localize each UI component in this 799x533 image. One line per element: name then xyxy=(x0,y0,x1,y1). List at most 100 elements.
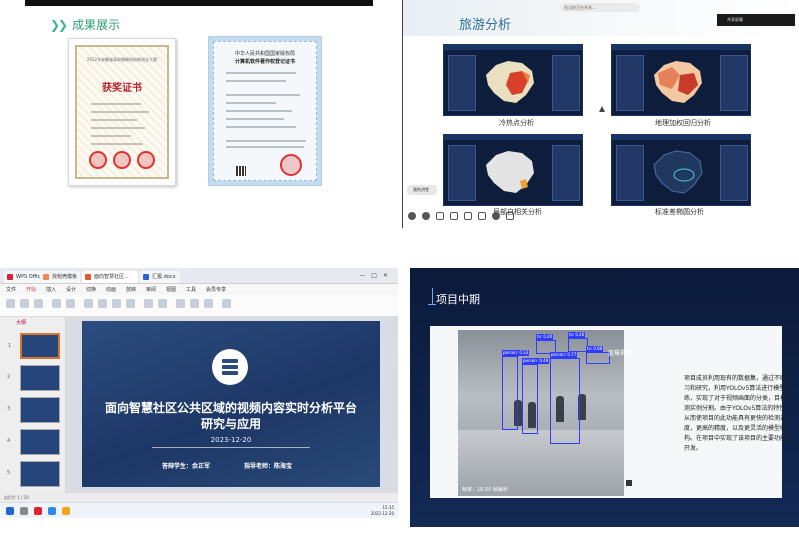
slide-thumbnail[interactable]: 2 xyxy=(7,365,60,391)
detection-box: tv: 0.88 xyxy=(586,346,610,364)
italic-icon[interactable] xyxy=(112,299,121,308)
outline-label[interactable]: 大纲 xyxy=(16,319,26,326)
tab-template[interactable]: 找稻壳模板 xyxy=(40,271,80,283)
new-slide-icon[interactable] xyxy=(52,299,61,308)
video-watermark-logo: 蓝莓视频 xyxy=(608,350,633,357)
qr-code-icon xyxy=(236,166,246,176)
layout-icon[interactable] xyxy=(66,299,75,308)
slide-thumbnail-panel: 大纲 1 2 3 4 5 xyxy=(0,317,66,493)
dashboard-autocorrelation xyxy=(443,134,583,206)
section-header: ❯❯ 成果展示 xyxy=(50,16,120,33)
red-seal-icon xyxy=(113,151,131,169)
shape-icon[interactable] xyxy=(176,299,185,308)
maximize-icon[interactable]: □ xyxy=(371,272,383,279)
student-name: 答辩学生：余正军 xyxy=(162,463,211,470)
font-icon[interactable] xyxy=(84,299,93,308)
china-map-icon xyxy=(653,150,703,194)
menu-slideshow[interactable]: 放映 xyxy=(126,286,136,293)
next-icon[interactable] xyxy=(422,212,430,220)
slide-title-line1: 面向智慧社区公共区域的视频内容实时分析平台 xyxy=(104,401,357,415)
award-title: 获奖证书 xyxy=(102,83,142,94)
red-seal-icon xyxy=(89,151,107,169)
meeting-tag[interactable]: 我的讲堂 xyxy=(407,185,437,195)
wps-taskbar-icon[interactable] xyxy=(34,507,42,515)
menu-tools[interactable]: 工具 xyxy=(186,286,196,293)
picture-icon[interactable] xyxy=(190,299,199,308)
menu-design[interactable]: 设计 xyxy=(66,286,76,293)
doc-icon xyxy=(143,274,149,280)
slide-date: 2023-12-20 xyxy=(210,436,252,444)
edge-icon[interactable] xyxy=(48,507,56,515)
template-icon xyxy=(43,274,49,280)
bold-icon[interactable] xyxy=(98,299,107,308)
double-chevron-icon: ❯❯ xyxy=(50,17,68,32)
tab-document[interactable]: 汇报.docx xyxy=(140,271,180,283)
chat-icon[interactable] xyxy=(492,212,500,220)
video-scroll-handle[interactable] xyxy=(626,480,632,486)
detection-video[interactable]: tv: 0.40 tv: 0.46 person: 0.33 person: 0… xyxy=(458,330,624,496)
detection-box: tv: 0.46 xyxy=(568,332,588,352)
taskbar: 15:35 2022-12-20 xyxy=(0,502,398,518)
minimize-icon[interactable]: — xyxy=(359,272,371,279)
red-seal-icon xyxy=(137,151,155,169)
window-controls: —□✕ xyxy=(359,272,394,279)
top-divider xyxy=(25,0,373,6)
start-icon[interactable] xyxy=(6,507,14,515)
title-bar: WPS Office 找稻壳模板 面向智慧社区... 汇报.docx —□✕ xyxy=(0,268,398,284)
section-title: 成果展示 xyxy=(72,18,121,32)
caption-autocorrelation: 局部自相关分析 xyxy=(493,208,542,216)
menu-review[interactable]: 审阅 xyxy=(146,286,156,293)
menu-home[interactable]: 开始 xyxy=(26,286,36,293)
grid-icon[interactable] xyxy=(464,212,472,220)
caption-hotspot: 冷热点分析 xyxy=(499,119,534,127)
menu-transition[interactable]: 切换 xyxy=(86,286,96,293)
cert-issuer: 中华人民共和国国家版权局 xyxy=(234,51,295,57)
slide-title: 项目中期 xyxy=(436,293,480,306)
ribbon-toolbar xyxy=(0,295,398,317)
detection-box: person: 0.49 xyxy=(522,358,550,434)
mouse-cursor-icon xyxy=(599,106,605,112)
folder-icon[interactable] xyxy=(62,507,70,515)
pen-icon[interactable] xyxy=(436,212,444,220)
menu-animation[interactable]: 动画 xyxy=(106,286,116,293)
list-icon[interactable] xyxy=(158,299,167,308)
wps-logo-icon xyxy=(7,274,13,280)
red-seal-icon xyxy=(280,154,302,176)
prev-icon[interactable] xyxy=(408,212,416,220)
tab-presentation[interactable]: 面向智慧社区... xyxy=(82,271,138,283)
more-icon[interactable] xyxy=(506,212,514,220)
menu-file[interactable]: 文件 xyxy=(6,286,16,293)
slide-thumbnail[interactable]: 3 xyxy=(7,397,60,423)
paste-icon[interactable] xyxy=(6,299,15,308)
menu-insert[interactable]: 插入 xyxy=(46,286,56,293)
project-description: 项目成员利用现有的数据集，通过不断学习和研究，利用YOLOv5算法进行模型训练，… xyxy=(684,375,793,452)
slide-canvas[interactable]: 面向智慧社区公共区域的视频内容实时分析平台 研究与应用 2023-12-20 答… xyxy=(66,317,398,493)
share-screen-button[interactable]: 共享屏幕 xyxy=(717,14,795,26)
menu-member[interactable]: 会员专享 xyxy=(206,286,226,293)
china-map-icon xyxy=(486,151,534,193)
advisor-name: 指导老师：陈海宝 xyxy=(244,463,293,470)
camera-icon[interactable] xyxy=(478,212,486,220)
align-icon[interactable] xyxy=(144,299,153,308)
software-copyright-certificate: 中华人民共和国国家版权局 计算机软件著作权登记证书 xyxy=(208,36,322,186)
detection-box: person: 0.33 xyxy=(502,350,530,430)
search-icon[interactable] xyxy=(20,507,28,515)
slide-title-line2: 研究与应用 xyxy=(200,417,261,431)
fullscreen-icon[interactable] xyxy=(450,212,458,220)
menu-bar: 文件 开始 插入 设计 切换 动画 放映 审阅 视图 工具 会员专享 xyxy=(0,284,398,295)
copy-icon[interactable] xyxy=(34,299,43,308)
menu-view[interactable]: 视图 xyxy=(166,286,176,293)
slide-thumbnail[interactable]: 1 xyxy=(8,333,60,359)
tourism-analysis-panel: 旅游分析 您当前正在共享... 共享屏幕 冷热点分析 地理加权回归分析 局部自相… xyxy=(402,0,799,228)
find-icon[interactable] xyxy=(222,299,231,308)
underline-icon[interactable] xyxy=(126,299,135,308)
dashboard-gwr xyxy=(611,44,751,116)
close-icon[interactable]: ✕ xyxy=(383,272,394,279)
textbox-icon[interactable] xyxy=(204,299,213,308)
slide-thumbnail[interactable]: 4 xyxy=(7,429,60,455)
cut-icon[interactable] xyxy=(20,299,29,308)
award-year-line: 2022年安徽省高校物联网创新创业大赛 xyxy=(86,57,158,62)
slide-thumbnail[interactable]: 5 xyxy=(7,461,60,487)
slide-counter: 幻灯片 1 / 10 xyxy=(4,495,29,500)
caption-ellipse: 标准差椭圆分析 xyxy=(655,208,704,216)
